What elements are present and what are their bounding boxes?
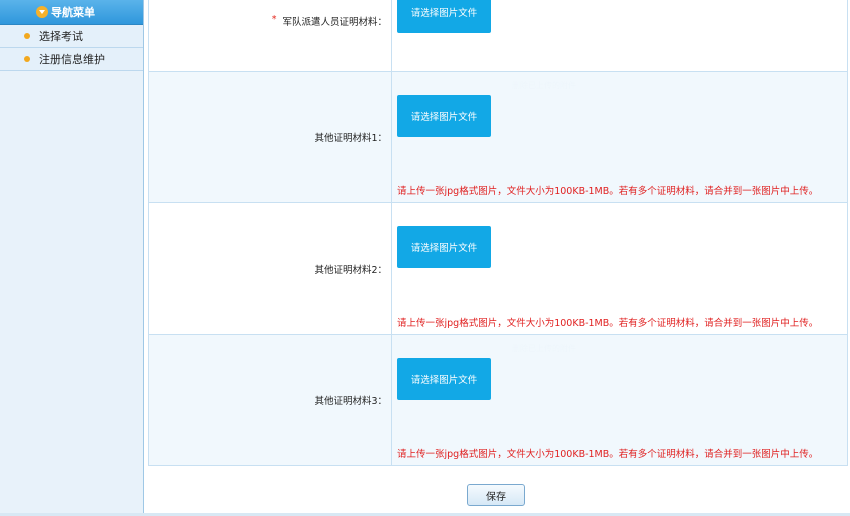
field-label-text: 其他证明材料3： xyxy=(314,396,387,407)
sidebar-item-select-exam[interactable]: 选择考试 xyxy=(0,25,143,48)
upload-hint: 请上传一张jpg格式图片，文件大小为100KB-1MB。若有多个证明材料，请合并… xyxy=(397,318,819,329)
field-value: 删除已上传的附件 请选择图片文件 请上传一张jpg格式图片，文件大小为100KB… xyxy=(392,335,847,465)
field-value: 请选择图片文件 请上传一张jpg格式图片，文件大小为100KB-1MB。若有多个… xyxy=(392,203,847,334)
nav-menu-header[interactable]: 导航菜单 xyxy=(0,0,143,25)
main-content: * 军队派遣人员证明材料： 请选择图片文件 其他证明材料1： 删除已上传的附件 … xyxy=(145,0,850,516)
chevron-down-icon xyxy=(36,6,48,18)
upload-image-button[interactable]: 请选择图片文件 xyxy=(397,0,491,33)
delete-attachment-link[interactable]: 删除已上传的附件 xyxy=(512,343,576,354)
upload-hint: 请上传一张jpg格式图片，文件大小为100KB-1MB。若有多个证明材料，请合并… xyxy=(397,186,819,197)
upload-image-button[interactable]: 请选择图片文件 xyxy=(397,358,491,400)
sidebar-item-label: 注册信息维护 xyxy=(39,53,105,66)
save-button[interactable]: 保存 xyxy=(467,484,525,506)
field-label-text: 其他证明材料1： xyxy=(314,133,387,144)
field-label: 其他证明材料3： xyxy=(149,335,392,465)
field-label: 其他证明材料2： xyxy=(149,203,392,334)
field-value: 删除已上传的附件 请选择图片文件 请上传一张jpg格式图片，文件大小为100KB… xyxy=(392,72,847,202)
upload-hint: 请上传一张jpg格式图片，文件大小为100KB-1MB。若有多个证明材料，请合并… xyxy=(397,449,819,460)
sidebar-item-label: 选择考试 xyxy=(39,30,83,43)
nav-menu-title: 导航菜单 xyxy=(51,6,95,19)
field-label: * 军队派遣人员证明材料： xyxy=(149,0,392,71)
field-label-text: 其他证明材料2： xyxy=(314,264,387,276)
field-label: 其他证明材料1： xyxy=(149,72,392,202)
form-row-military-proof: * 军队派遣人员证明材料： 请选择图片文件 xyxy=(149,0,847,72)
delete-attachment-link[interactable]: 删除已上传的附件 xyxy=(512,80,576,91)
upload-image-button[interactable]: 请选择图片文件 xyxy=(397,226,491,268)
form-row-other-proof-1: 其他证明材料1： 删除已上传的附件 请选择图片文件 请上传一张jpg格式图片，文… xyxy=(149,72,847,203)
field-value: 请选择图片文件 xyxy=(392,0,847,71)
sidebar: 导航菜单 选择考试 注册信息维护 xyxy=(0,0,144,516)
bullet-icon xyxy=(24,33,30,39)
upload-form: * 军队派遣人员证明材料： 请选择图片文件 其他证明材料1： 删除已上传的附件 … xyxy=(148,0,848,466)
form-row-other-proof-3: 其他证明材料3： 删除已上传的附件 请选择图片文件 请上传一张jpg格式图片，文… xyxy=(149,335,847,466)
field-label-text: 军队派遣人员证明材料： xyxy=(282,17,387,28)
bullet-icon xyxy=(24,56,30,62)
required-mark: * xyxy=(271,14,277,25)
sidebar-item-registration-info[interactable]: 注册信息维护 xyxy=(0,48,143,71)
upload-image-button[interactable]: 请选择图片文件 xyxy=(397,95,491,137)
form-row-other-proof-2: 其他证明材料2： 请选择图片文件 请上传一张jpg格式图片，文件大小为100KB… xyxy=(149,203,847,335)
